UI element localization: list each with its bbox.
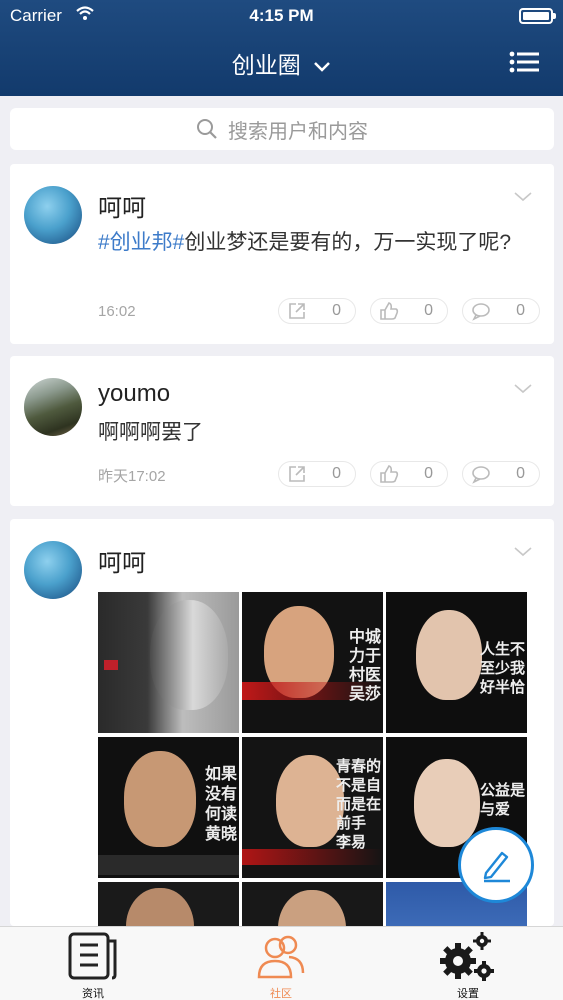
document-icon xyxy=(68,932,117,980)
chevron-down-icon[interactable] xyxy=(514,384,532,394)
like-button[interactable]: 0 xyxy=(370,298,448,324)
post-photo[interactable] xyxy=(242,882,383,926)
clock: 4:15 PM xyxy=(249,6,314,25)
battery-icon xyxy=(519,8,556,24)
tab-bar: 资讯 社区 设置 xyxy=(0,926,563,1000)
tab-label: 设置 xyxy=(457,988,479,1000)
comment-icon xyxy=(472,303,490,321)
post-timestamp: 16:02 xyxy=(98,303,136,320)
avatar[interactable] xyxy=(24,378,82,436)
like-count: 0 xyxy=(424,302,433,319)
tab-community[interactable]: 社区 xyxy=(221,927,341,1000)
post-username[interactable]: youmo xyxy=(98,380,170,408)
comment-button[interactable]: 0 xyxy=(462,461,540,487)
pencil-icon xyxy=(483,851,510,883)
share-icon xyxy=(289,466,305,482)
avatar[interactable] xyxy=(24,186,82,244)
status-bar: Carrier 4:15 PM xyxy=(0,0,563,32)
post-content: #创业邦#创业梦还是要有的，万一实现了呢? xyxy=(98,228,524,258)
post-card[interactable]: 呵呵 #创业邦#创业梦还是要有的，万一实现了呢? 16:02 0 0 0 xyxy=(10,164,554,344)
post-card[interactable]: youmo 啊啊啊罢了 昨天17:02 0 0 0 xyxy=(10,356,554,506)
search-icon xyxy=(197,119,217,139)
post-photo[interactable] xyxy=(98,592,239,733)
share-count: 0 xyxy=(332,465,341,482)
share-button[interactable]: 0 xyxy=(278,461,356,487)
people-icon xyxy=(257,935,305,979)
comment-count: 0 xyxy=(516,465,525,482)
search-input[interactable]: 搜索用户和内容 xyxy=(10,108,554,150)
post-text: 啊啊啊罢了 xyxy=(98,421,203,444)
photo-caption: 如果 没有 何读 黄晓 xyxy=(204,766,237,843)
topic-tag[interactable]: #创业邦# xyxy=(98,231,184,254)
chevron-down-icon xyxy=(314,62,331,72)
gear-icon xyxy=(440,932,494,981)
tab-label: 社区 xyxy=(270,988,292,1000)
like-count: 0 xyxy=(424,465,433,482)
post-photo[interactable]: 中城 力于 村医 吴莎 xyxy=(242,592,383,733)
tab-settings[interactable]: 设置 xyxy=(408,927,528,1000)
photo-caption: 人生不 至少我 好半恰 xyxy=(479,641,525,696)
community-selector[interactable]: 创业圈 xyxy=(0,46,563,80)
share-count: 0 xyxy=(332,302,341,319)
chevron-down-icon[interactable] xyxy=(514,547,532,557)
like-button[interactable]: 0 xyxy=(370,461,448,487)
avatar[interactable] xyxy=(24,541,82,599)
photo-caption: 公益是 与爱 xyxy=(479,782,525,818)
share-icon xyxy=(289,303,305,319)
thumbs-up-icon xyxy=(380,302,399,320)
comment-button[interactable]: 0 xyxy=(462,298,540,324)
tab-label: 资讯 xyxy=(82,988,104,1000)
page-title: 创业圈 xyxy=(231,52,301,78)
comment-icon xyxy=(472,466,490,484)
post-photo[interactable] xyxy=(98,882,239,926)
post-photo[interactable]: 青春的 不是自 而是在 前手 李易 xyxy=(242,737,383,878)
post-timestamp: 昨天17:02 xyxy=(98,468,166,485)
post-username[interactable]: 呵呵 xyxy=(98,543,146,578)
list-menu-icon[interactable] xyxy=(509,50,539,74)
comment-count: 0 xyxy=(516,302,525,319)
search-placeholder: 搜索用户和内容 xyxy=(228,120,368,143)
chevron-down-icon[interactable] xyxy=(514,192,532,202)
nav-header: Carrier 4:15 PM 创业圈 xyxy=(0,0,563,96)
post-photo[interactable]: 人生不 至少我 好半恰 xyxy=(386,592,527,733)
photo-caption: 青春的 不是自 而是在 前手 李易 xyxy=(335,758,381,851)
post-username[interactable]: 呵呵 xyxy=(98,188,146,223)
tab-news[interactable]: 资讯 xyxy=(33,927,153,1000)
thumbs-up-icon xyxy=(380,465,399,483)
post-photo[interactable]: 如果 没有 何读 黄晓 xyxy=(98,737,239,878)
post-text: 创业梦还是要有的，万一实现了呢? xyxy=(184,231,512,254)
share-button[interactable]: 0 xyxy=(278,298,356,324)
compose-button[interactable] xyxy=(458,827,534,903)
photo-caption: 中城 力于 村医 吴莎 xyxy=(348,629,381,703)
